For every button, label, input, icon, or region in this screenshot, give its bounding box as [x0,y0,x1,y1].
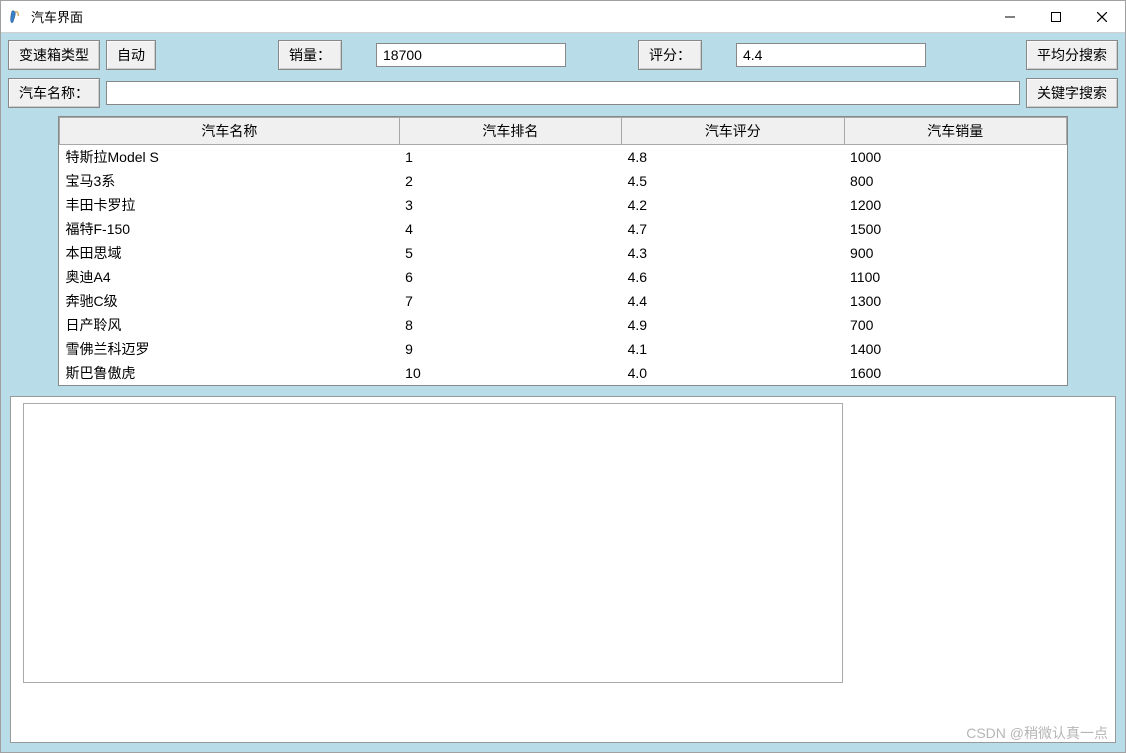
car-name-label: 汽车名称： [8,78,100,108]
sales-label: 销量： [278,40,342,70]
cell-name: 特斯拉Model S [60,145,400,170]
transmission-type-button[interactable]: 变速箱类型 [8,40,100,70]
sales-input[interactable] [376,43,566,67]
table-row[interactable]: 斯巴鲁傲虎104.01600 [60,361,1067,385]
toolbar-row-2: 汽车名称： 关键字搜索 [8,78,1118,108]
table-row[interactable]: 奥迪A464.61100 [60,265,1067,289]
cell-rank: 7 [399,289,621,313]
cell-rank: 5 [399,241,621,265]
cell-rank: 9 [399,337,621,361]
table-row[interactable]: 丰田卡罗拉34.21200 [60,193,1067,217]
cell-rating: 4.8 [622,145,844,170]
app-icon [9,9,25,25]
table-row[interactable]: 特斯拉Model S14.81000 [60,145,1067,170]
cell-name: 本田思域 [60,241,400,265]
cell-name: 奥迪A4 [60,265,400,289]
cell-sales: 1100 [844,265,1066,289]
cell-sales: 1200 [844,193,1066,217]
table-row[interactable]: 奔驰C级74.41300 [60,289,1067,313]
cell-name: 日产聆风 [60,313,400,337]
cell-rating: 4.7 [622,217,844,241]
cell-rank: 2 [399,169,621,193]
close-button[interactable] [1079,2,1125,32]
col-header-name[interactable]: 汽车名称 [60,118,400,145]
cell-rating: 4.6 [622,265,844,289]
avg-score-search-button[interactable]: 平均分搜索 [1026,40,1118,70]
cell-sales: 1500 [844,217,1066,241]
cell-sales: 1300 [844,289,1066,313]
col-header-rank[interactable]: 汽车排名 [399,118,621,145]
bottom-canvas [23,403,843,683]
maximize-button[interactable] [1033,2,1079,32]
minimize-button[interactable] [987,2,1033,32]
keyword-search-button[interactable]: 关键字搜索 [1026,78,1118,108]
cell-sales: 800 [844,169,1066,193]
cell-rating: 4.0 [622,361,844,385]
table-row[interactable]: 日产聆风84.9700 [60,313,1067,337]
table-row[interactable]: 本田思域54.3900 [60,241,1067,265]
cell-name: 丰田卡罗拉 [60,193,400,217]
cell-rank: 10 [399,361,621,385]
cell-name: 福特F-150 [60,217,400,241]
cell-sales: 1600 [844,361,1066,385]
toolbar-row-1: 变速箱类型 自动 销量： 评分： 平均分搜索 [8,40,1118,70]
cell-rating: 4.5 [622,169,844,193]
table-row[interactable]: 福特F-15044.71500 [60,217,1067,241]
cell-name: 宝马3系 [60,169,400,193]
table-header-row: 汽车名称 汽车排名 汽车评分 汽车销量 [60,118,1067,145]
table-row[interactable]: 雪佛兰科迈罗94.11400 [60,337,1067,361]
bottom-panel [10,396,1116,743]
cell-rank: 4 [399,217,621,241]
cell-sales: 1400 [844,337,1066,361]
cell-name: 奔驰C级 [60,289,400,313]
transmission-value-button[interactable]: 自动 [106,40,156,70]
table-row[interactable]: 宝马3系24.5800 [60,169,1067,193]
rating-input[interactable] [736,43,926,67]
cell-rank: 1 [399,145,621,170]
col-header-sales[interactable]: 汽车销量 [844,118,1066,145]
cell-rating: 4.2 [622,193,844,217]
cars-table[interactable]: 汽车名称 汽车排名 汽车评分 汽车销量 特斯拉Model S14.81000宝马… [59,117,1067,385]
titlebar: 汽车界面 [1,1,1125,33]
content-area: 变速箱类型 自动 销量： 评分： 平均分搜索 汽车名称： 关键字搜索 汽车名称 [1,33,1125,752]
cell-rank: 6 [399,265,621,289]
cars-table-wrap: 汽车名称 汽车排名 汽车评分 汽车销量 特斯拉Model S14.81000宝马… [58,116,1068,386]
cell-rank: 8 [399,313,621,337]
cell-sales: 900 [844,241,1066,265]
col-header-rating[interactable]: 汽车评分 [622,118,844,145]
cell-rating: 4.3 [622,241,844,265]
cell-sales: 700 [844,313,1066,337]
cell-rank: 3 [399,193,621,217]
cell-rating: 4.4 [622,289,844,313]
cell-name: 斯巴鲁傲虎 [60,361,400,385]
cell-sales: 1000 [844,145,1066,170]
window-title: 汽车界面 [31,7,987,26]
cell-rating: 4.9 [622,313,844,337]
rating-label: 评分： [638,40,702,70]
cell-name: 雪佛兰科迈罗 [60,337,400,361]
cell-rating: 4.1 [622,337,844,361]
window-controls [987,2,1125,32]
car-name-input[interactable] [106,81,1020,105]
app-window: 汽车界面 变速箱类型 自动 销量： 评分： 平均分搜 [0,0,1126,753]
